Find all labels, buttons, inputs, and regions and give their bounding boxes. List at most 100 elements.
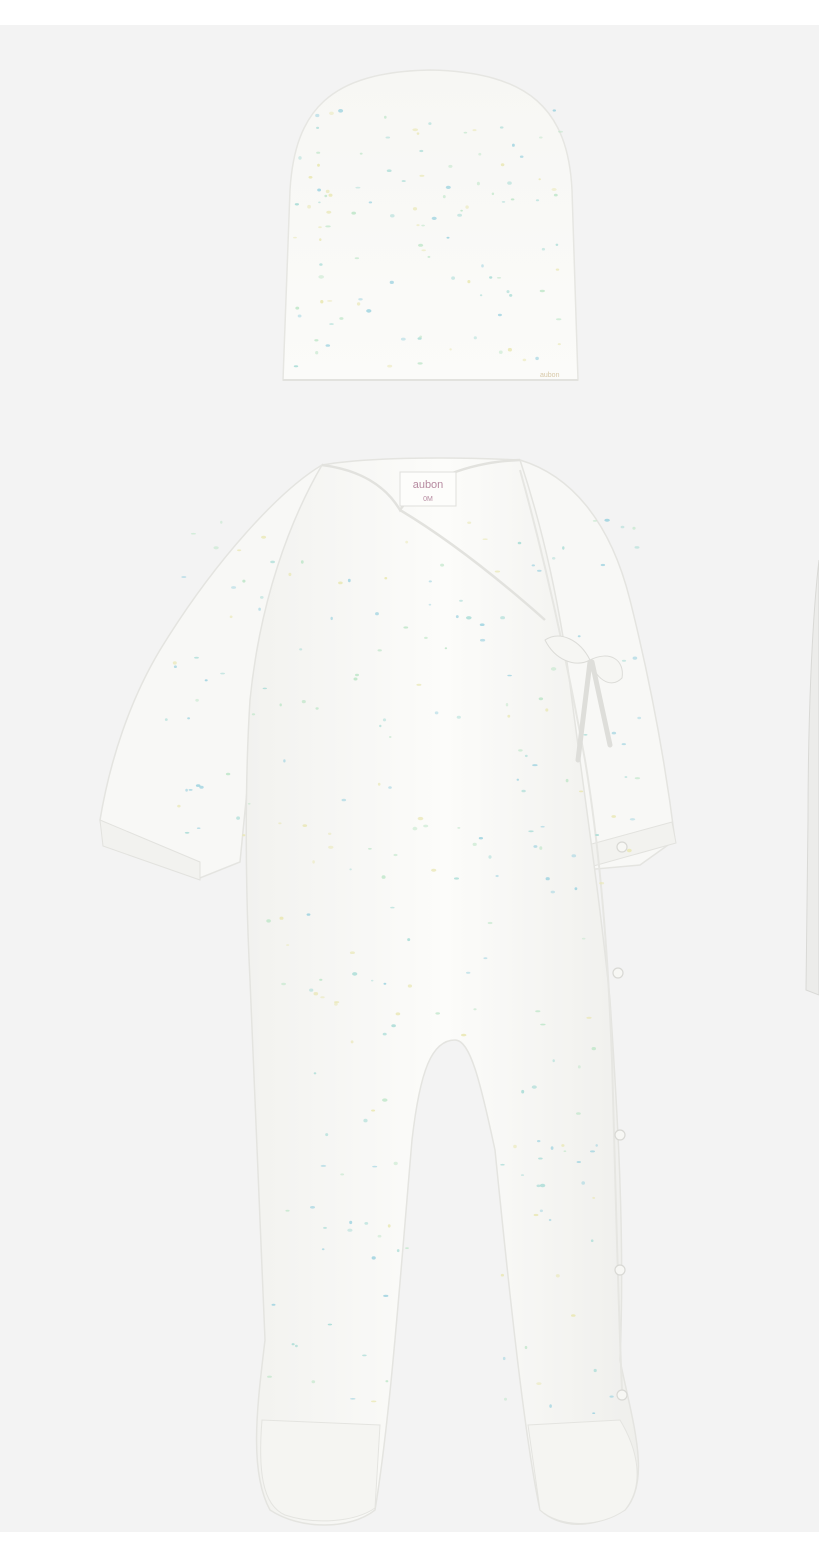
print-dot <box>329 323 334 325</box>
print-dot <box>316 151 321 154</box>
print-dot <box>562 546 565 550</box>
print-dot <box>242 579 246 583</box>
print-dot <box>220 672 226 675</box>
print-dot <box>173 665 177 668</box>
print-dot <box>427 255 431 258</box>
print-dot <box>195 698 199 702</box>
print-dot <box>501 201 506 203</box>
print-dot <box>473 336 477 340</box>
print-dot <box>592 520 598 522</box>
print-dot <box>504 1397 507 1401</box>
print-dot <box>316 126 320 129</box>
print-dot <box>315 351 319 355</box>
print-dot <box>538 178 541 181</box>
print-dot <box>552 109 556 112</box>
print-dot <box>535 199 540 202</box>
print-dot <box>550 890 555 894</box>
print-dot <box>327 1323 333 1326</box>
print-dot <box>383 982 387 985</box>
print-dot <box>524 1345 528 1350</box>
print-dot <box>428 580 432 583</box>
print-dot <box>231 586 237 589</box>
print-dot <box>440 563 445 567</box>
print-dot <box>512 143 515 147</box>
print-dot <box>536 1382 542 1385</box>
print-dot <box>341 798 347 802</box>
print-dot <box>424 636 428 640</box>
print-dot <box>393 853 398 857</box>
print-dot <box>385 136 391 139</box>
print-dot <box>604 518 610 522</box>
print-dot <box>528 830 534 833</box>
print-dot <box>379 724 382 728</box>
print-dot <box>431 868 437 872</box>
print-dot <box>319 238 322 242</box>
print-dot <box>479 294 483 297</box>
print-dot <box>581 937 586 940</box>
print-dot <box>297 314 302 318</box>
print-dot <box>362 1354 367 1357</box>
print-dot <box>195 784 201 787</box>
print-dot <box>535 356 539 361</box>
adjacent-garment-edge <box>805 559 819 996</box>
print-dot <box>353 677 358 681</box>
print-dot <box>571 854 577 858</box>
print-dot <box>449 348 452 351</box>
print-dot <box>626 848 632 853</box>
print-dot <box>423 824 429 828</box>
print-dot <box>184 831 190 834</box>
print-dot <box>312 860 315 864</box>
print-dot <box>185 788 188 792</box>
print-dot <box>590 1239 594 1242</box>
print-dot <box>338 109 344 113</box>
print-dot <box>320 996 325 999</box>
print-dot <box>339 317 344 320</box>
print-dot <box>340 1173 345 1176</box>
print-dot <box>476 181 480 186</box>
print-dot <box>325 189 330 194</box>
print-dot <box>350 1040 354 1044</box>
print-dot <box>516 778 519 781</box>
print-dot <box>310 1206 315 1209</box>
print-dot <box>517 541 522 545</box>
print-dot <box>412 128 419 132</box>
print-dot <box>242 834 246 837</box>
print-dot <box>482 538 488 540</box>
print-dot <box>488 855 492 859</box>
print-dot <box>505 703 509 707</box>
print-dot <box>553 193 558 197</box>
print-dot <box>557 343 561 346</box>
print-dot <box>479 623 485 626</box>
print-dot <box>325 344 331 347</box>
print-dot <box>301 700 306 704</box>
print-dot <box>581 1181 585 1185</box>
print-dot <box>552 1059 555 1063</box>
print-dot <box>576 1161 581 1163</box>
print-dot <box>382 718 387 722</box>
print-dot <box>328 193 333 197</box>
print-dot <box>377 649 382 652</box>
print-dot <box>500 163 505 167</box>
print-dot <box>412 207 418 211</box>
print-dot <box>293 365 299 368</box>
print-dot <box>382 1098 388 1102</box>
print-dot <box>595 1144 598 1147</box>
print-dot <box>260 596 264 599</box>
print-dot <box>457 213 462 217</box>
print-dot <box>300 560 304 564</box>
print-dot <box>419 149 424 153</box>
romper-right-foot <box>527 1419 638 1524</box>
print-dot <box>532 764 538 767</box>
print-dot <box>456 715 461 719</box>
print-dot <box>388 736 392 738</box>
print-dot <box>371 1256 376 1260</box>
print-dot <box>286 944 290 946</box>
print-dot <box>535 1010 541 1013</box>
print-dot <box>520 1174 525 1176</box>
print-dot <box>577 1065 581 1069</box>
print-dot <box>593 1368 597 1373</box>
print-dot <box>550 667 557 671</box>
print-dot <box>377 782 381 786</box>
print-dot <box>445 185 451 189</box>
hat-label: aubon <box>540 372 560 379</box>
